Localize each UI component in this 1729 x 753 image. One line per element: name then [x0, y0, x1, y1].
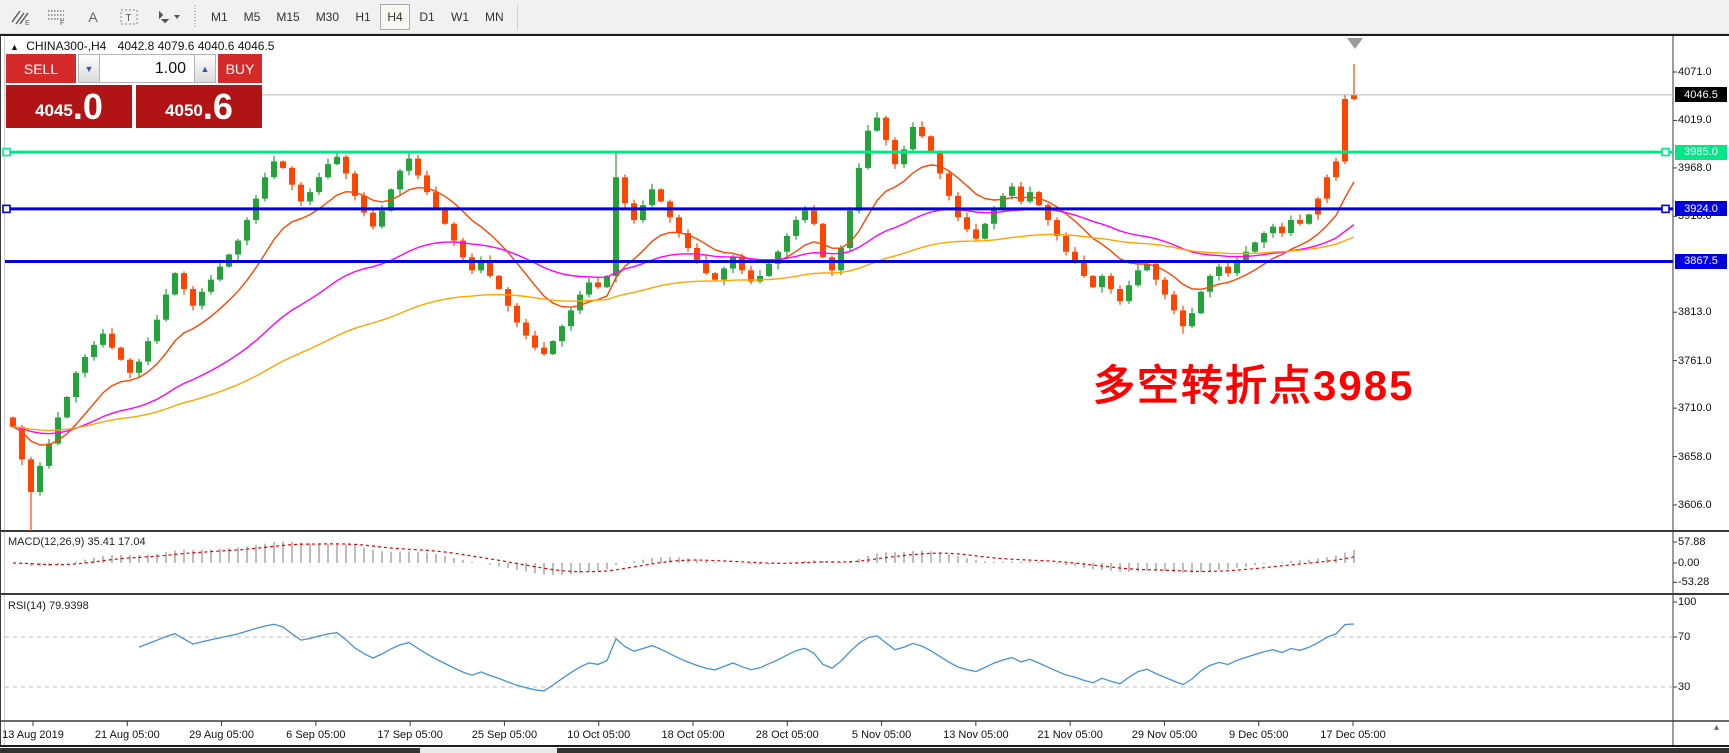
- rsi-indicator-label: RSI(14) 79.9398: [8, 600, 89, 612]
- buy-button[interactable]: BUY: [218, 54, 262, 83]
- mouse-cursor-icon: [1347, 38, 1363, 49]
- price-badge-4046.5: 4046.5: [1675, 87, 1727, 102]
- macd-tick: 0.00: [1678, 557, 1699, 569]
- date-tick: 29 Nov 05:00: [1132, 729, 1197, 741]
- scroll-to-end-button[interactable]: ▴: [1714, 722, 1719, 733]
- date-tick: 6 Sep 05:00: [286, 729, 345, 741]
- price-badge-3985.0: 3985.0: [1675, 145, 1727, 160]
- price-tick: 3968.0: [1678, 162, 1712, 174]
- rsi-line: [139, 624, 1354, 691]
- price-tick: 4019.0: [1678, 114, 1712, 126]
- ask-main-digits: 4050: [165, 101, 203, 121]
- date-tick: 13 Nov 05:00: [943, 729, 1008, 741]
- volume-decrease-button[interactable]: ▼: [78, 54, 100, 83]
- taskbar-segment: [0, 748, 420, 753]
- date-tick: 13 Aug 2019: [2, 729, 64, 741]
- rsi-tick: 70: [1678, 631, 1690, 643]
- candles-group: [10, 64, 1357, 531]
- rsi-tick: 100: [1678, 596, 1696, 608]
- date-tick: 28 Oct 05:00: [756, 729, 819, 741]
- hline-3985-handle[interactable]: [1662, 149, 1669, 156]
- price-badge-3924.0: 3924.0: [1675, 201, 1727, 216]
- one-click-trade-panel: SELL ▼ ▲ BUY 4045 .0 4050 .6: [6, 54, 262, 128]
- date-tick: 21 Nov 05:00: [1037, 729, 1102, 741]
- date-tick: 25 Sep 05:00: [472, 729, 537, 741]
- macd-tick: 57.88: [1678, 536, 1706, 548]
- rsi-tick: 30: [1678, 681, 1690, 693]
- hline-3924-handle[interactable]: [3, 205, 10, 212]
- macd-histogram: [13, 541, 1354, 575]
- price-tick: 3658.0: [1678, 451, 1712, 463]
- sell-button[interactable]: SELL: [6, 54, 76, 83]
- date-tick: 29 Aug 05:00: [189, 729, 254, 741]
- date-tick: 9 Dec 05:00: [1229, 729, 1288, 741]
- macd-indicator-label: MACD(12,26,9) 35.41 17.04: [8, 536, 146, 548]
- volume-input[interactable]: [100, 54, 194, 83]
- bid-price-display[interactable]: 4045 .0: [6, 85, 132, 128]
- date-tick: 21 Aug 05:00: [95, 729, 160, 741]
- price-tick: 4071.0: [1678, 66, 1712, 78]
- taskbar-segment: [557, 748, 1729, 753]
- price-tick: 3761.0: [1678, 355, 1712, 367]
- taskbar-segment: [420, 748, 557, 753]
- price-tick: 3606.0: [1678, 499, 1712, 511]
- ask-price-display[interactable]: 4050 .6: [136, 85, 262, 128]
- date-tick: 5 Nov 05:00: [852, 729, 911, 741]
- ask-big-digit: .6: [203, 85, 233, 128]
- price-tick: 3710.0: [1678, 402, 1712, 414]
- price-tick: 3813.0: [1678, 306, 1712, 318]
- date-tick: 18 Oct 05:00: [662, 729, 725, 741]
- macd-signal-line: [13, 544, 1354, 572]
- window-bottom-border: [0, 745, 1729, 747]
- bid-main-digits: 4045: [35, 101, 73, 121]
- bid-big-digit: .0: [73, 85, 103, 128]
- hline-3924-handle[interactable]: [1662, 205, 1669, 212]
- chart-annotation-text[interactable]: 多空转折点3985: [1093, 352, 1414, 413]
- price-badge-3867.5: 3867.5: [1675, 254, 1727, 269]
- volume-increase-button[interactable]: ▲: [194, 54, 216, 83]
- macd-tick: -53.28: [1678, 576, 1709, 588]
- hline-3985-handle[interactable]: [3, 149, 10, 156]
- date-tick: 17 Sep 05:00: [377, 729, 442, 741]
- date-tick: 10 Oct 05:00: [567, 729, 630, 741]
- date-tick: 17 Dec 05:00: [1320, 729, 1385, 741]
